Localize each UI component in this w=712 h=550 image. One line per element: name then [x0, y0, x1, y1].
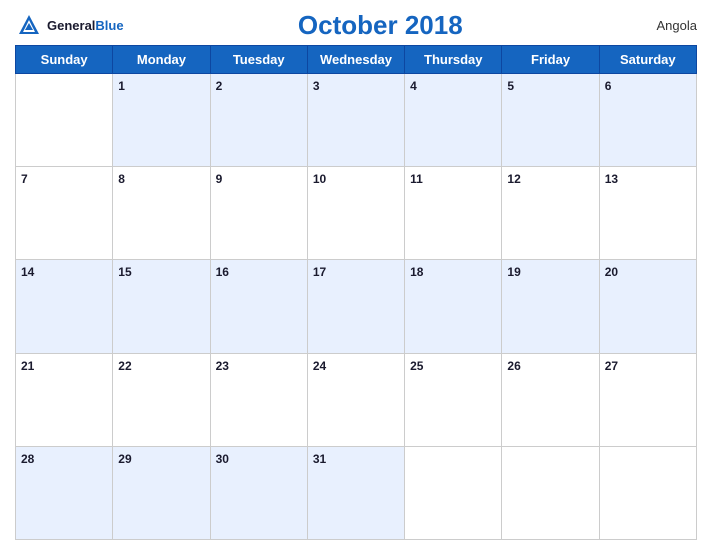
- calendar-cell: 23: [210, 353, 307, 446]
- day-number: 11: [410, 172, 423, 186]
- day-number: 18: [410, 265, 423, 279]
- day-number: 8: [118, 172, 125, 186]
- header-thursday: Thursday: [405, 46, 502, 74]
- calendar-cell: 6: [599, 74, 696, 167]
- calendar-cell: 5: [502, 74, 599, 167]
- day-number: 26: [507, 359, 520, 373]
- header-monday: Monday: [113, 46, 210, 74]
- day-number: 28: [21, 452, 34, 466]
- calendar-cell: 21: [16, 353, 113, 446]
- calendar-cell: 14: [16, 260, 113, 353]
- day-number: 20: [605, 265, 618, 279]
- calendar-cell: 24: [307, 353, 404, 446]
- day-number: 29: [118, 452, 131, 466]
- day-number: 23: [216, 359, 229, 373]
- calendar-cell: 31: [307, 446, 404, 539]
- header-saturday: Saturday: [599, 46, 696, 74]
- country-label: Angola: [637, 18, 697, 33]
- calendar-cell: 7: [16, 167, 113, 260]
- calendar-week-row: 1 2 3 4 5 6: [16, 74, 697, 167]
- day-number: 1: [118, 79, 125, 93]
- logo-text: GeneralBlue: [47, 17, 124, 35]
- calendar-cell: 16: [210, 260, 307, 353]
- day-number: 17: [313, 265, 326, 279]
- calendar-week-row: 14 15 16 17 18 19 20: [16, 260, 697, 353]
- calendar-table: Sunday Monday Tuesday Wednesday Thursday…: [15, 45, 697, 540]
- calendar-cell: 18: [405, 260, 502, 353]
- calendar-title: October 2018: [124, 10, 637, 41]
- day-number: 24: [313, 359, 326, 373]
- calendar-week-row: 28 29 30 31: [16, 446, 697, 539]
- calendar-cell: 30: [210, 446, 307, 539]
- day-number: 30: [216, 452, 229, 466]
- calendar-week-row: 21 22 23 24 25 26 27: [16, 353, 697, 446]
- calendar-cell: 2: [210, 74, 307, 167]
- day-number: 15: [118, 265, 131, 279]
- weekday-header-row: Sunday Monday Tuesday Wednesday Thursday…: [16, 46, 697, 74]
- calendar-cell: 29: [113, 446, 210, 539]
- calendar-cell: [502, 446, 599, 539]
- day-number: 16: [216, 265, 229, 279]
- calendar-cell: 9: [210, 167, 307, 260]
- day-number: 14: [21, 265, 34, 279]
- calendar-cell: 22: [113, 353, 210, 446]
- header-wednesday: Wednesday: [307, 46, 404, 74]
- day-number: 4: [410, 79, 417, 93]
- page-header: GeneralBlue October 2018 Angola: [15, 10, 697, 41]
- logo-icon: [15, 12, 43, 40]
- day-number: 19: [507, 265, 520, 279]
- day-number: 22: [118, 359, 131, 373]
- day-number: 12: [507, 172, 520, 186]
- day-number: 21: [21, 359, 34, 373]
- calendar-cell: 3: [307, 74, 404, 167]
- day-number: 31: [313, 452, 326, 466]
- day-number: 5: [507, 79, 514, 93]
- calendar-cell: 12: [502, 167, 599, 260]
- calendar-cell: [405, 446, 502, 539]
- day-number: 13: [605, 172, 618, 186]
- calendar-cell: 17: [307, 260, 404, 353]
- header-sunday: Sunday: [16, 46, 113, 74]
- calendar-cell: [599, 446, 696, 539]
- day-number: 3: [313, 79, 320, 93]
- day-number: 10: [313, 172, 326, 186]
- calendar-cell: 4: [405, 74, 502, 167]
- calendar-cell: [16, 74, 113, 167]
- header-tuesday: Tuesday: [210, 46, 307, 74]
- logo: GeneralBlue: [15, 12, 124, 40]
- calendar-week-row: 7 8 9 10 11 12 13: [16, 167, 697, 260]
- day-number: 2: [216, 79, 223, 93]
- calendar-cell: 8: [113, 167, 210, 260]
- calendar-cell: 20: [599, 260, 696, 353]
- day-number: 25: [410, 359, 423, 373]
- calendar-cell: 13: [599, 167, 696, 260]
- day-number: 6: [605, 79, 612, 93]
- day-number: 9: [216, 172, 223, 186]
- calendar-cell: 11: [405, 167, 502, 260]
- calendar-cell: 25: [405, 353, 502, 446]
- calendar-cell: 1: [113, 74, 210, 167]
- calendar-cell: 28: [16, 446, 113, 539]
- calendar-cell: 19: [502, 260, 599, 353]
- calendar-cell: 15: [113, 260, 210, 353]
- calendar-cell: 10: [307, 167, 404, 260]
- header-friday: Friday: [502, 46, 599, 74]
- calendar-cell: 27: [599, 353, 696, 446]
- calendar-cell: 26: [502, 353, 599, 446]
- day-number: 27: [605, 359, 618, 373]
- day-number: 7: [21, 172, 28, 186]
